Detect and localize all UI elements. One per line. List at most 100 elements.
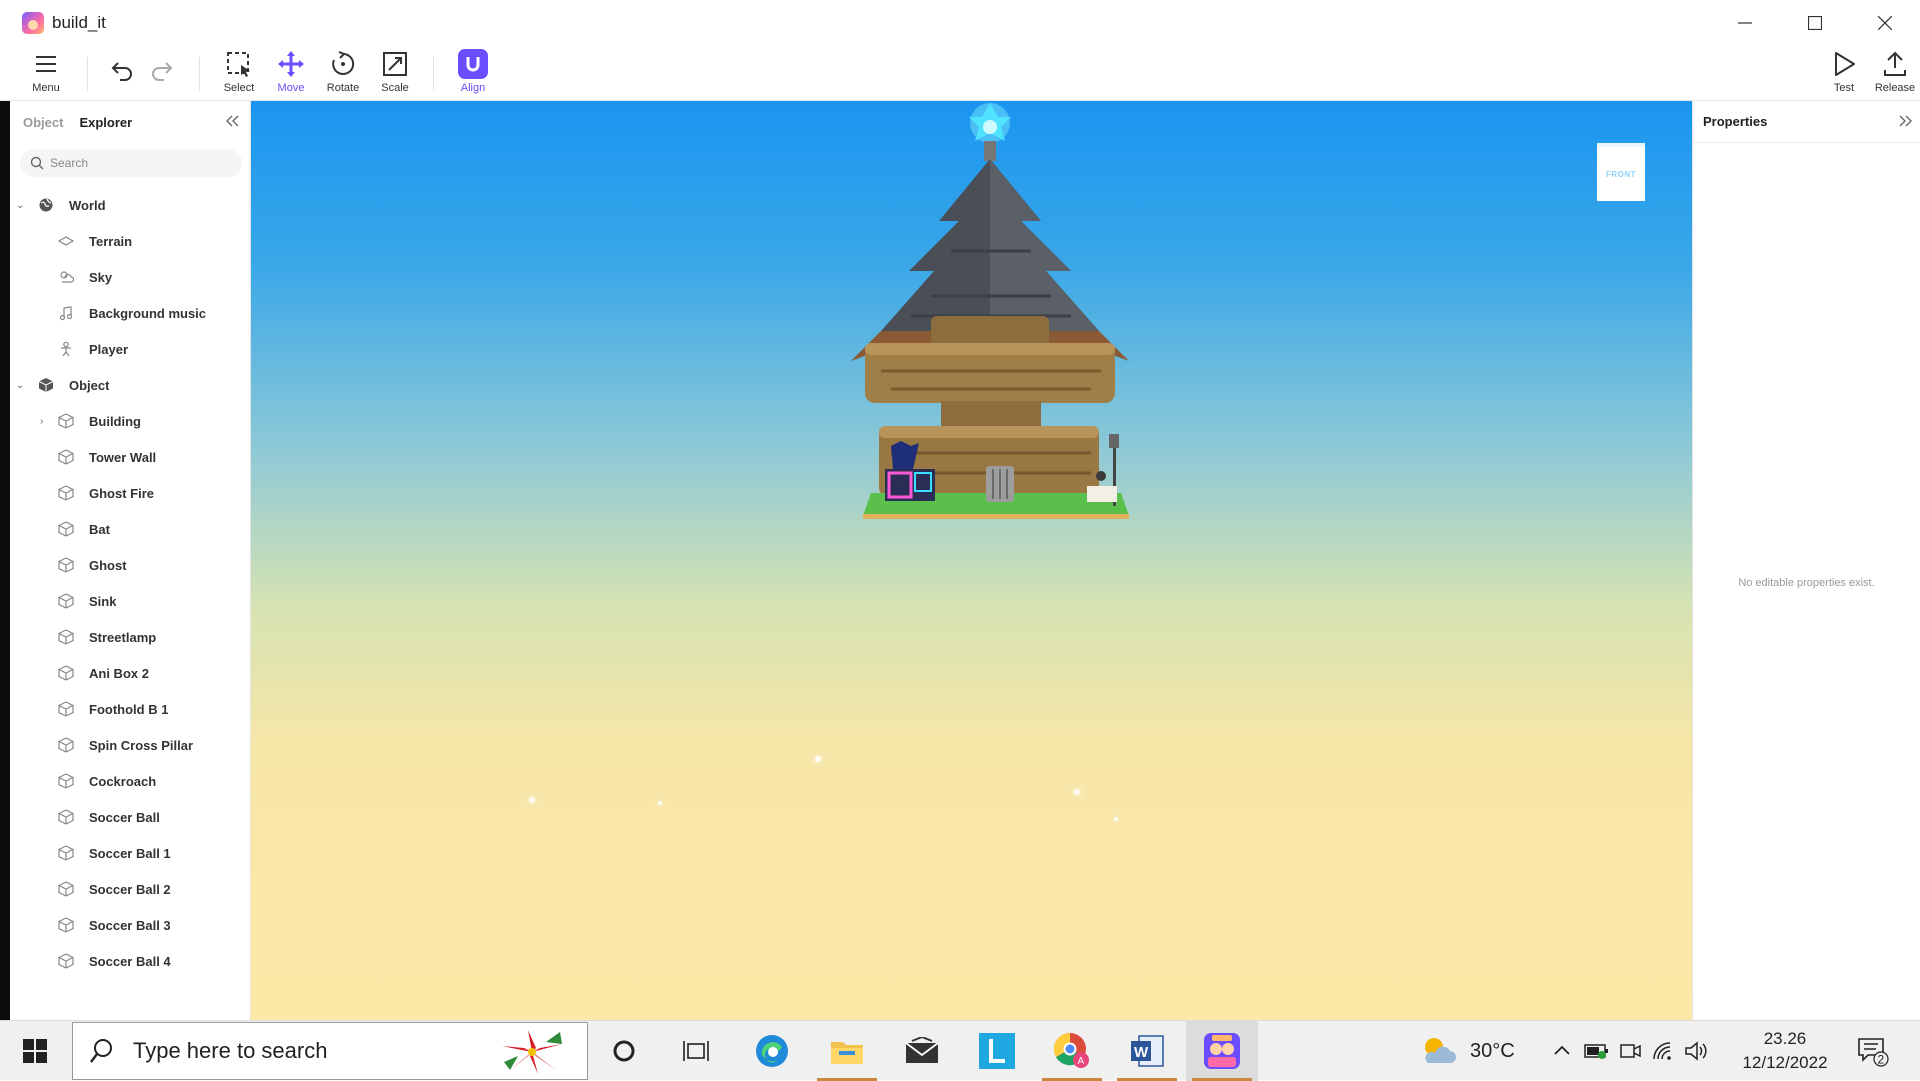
release-button[interactable]: Release — [1870, 49, 1920, 101]
tree-item-object[interactable]: Ani Box 2 — [10, 655, 250, 691]
tab-explorer[interactable]: Explorer — [79, 115, 132, 130]
collapse-panel-button[interactable] — [224, 113, 240, 134]
mail-app[interactable] — [886, 1021, 958, 1081]
cube-outline-icon — [57, 484, 75, 502]
edge-app[interactable] — [736, 1021, 808, 1081]
explorer-panel: Object Explorer Search ⌄ World Terrain S… — [10, 101, 251, 1020]
tree-item-label: Tower Wall — [89, 449, 157, 465]
tree-item-background-music[interactable]: Background music — [10, 295, 250, 331]
tree-item-label: Soccer Ball 2 — [89, 881, 171, 897]
l-app[interactable] — [961, 1021, 1033, 1081]
tree-item-object[interactable]: Foothold B 1 — [10, 691, 250, 727]
chrome-app[interactable]: A — [1036, 1021, 1108, 1081]
task-view-button[interactable] — [660, 1021, 732, 1081]
clock-date: 12/12/2022 — [1742, 1053, 1828, 1072]
windows-taskbar: Type here to search A W 30°C 23.26 12/12… — [0, 1020, 1920, 1081]
tree-item-label: Streetlamp — [89, 629, 157, 645]
volume-icon[interactable] — [1684, 1041, 1708, 1061]
svg-text:W: W — [1134, 1044, 1149, 1061]
edge-icon — [756, 1035, 788, 1067]
tree-item-object[interactable]: Soccer Ball — [10, 799, 250, 835]
globe-icon — [37, 196, 55, 214]
battery-icon[interactable] — [1584, 1041, 1610, 1061]
tree-item-object[interactable]: Soccer Ball 4 — [10, 943, 250, 979]
tree-item-terrain[interactable]: Terrain — [10, 223, 250, 259]
cortana-button[interactable] — [588, 1021, 660, 1081]
tree-item-object[interactable]: Soccer Ball 1 — [10, 835, 250, 871]
tree-item-object[interactable]: Ghost Fire — [10, 475, 250, 511]
cortana-icon — [613, 1040, 635, 1062]
tree-item-label: Terrain — [89, 233, 133, 249]
tree-item-object[interactable]: › Building — [10, 403, 250, 439]
tree-item-object[interactable]: Bat — [10, 511, 250, 547]
notification-center-button[interactable]: 2 — [1856, 1021, 1890, 1081]
tree-node-object[interactable]: ⌄ Object — [10, 367, 250, 403]
build-it-icon — [1204, 1033, 1240, 1069]
player-icon — [57, 340, 75, 358]
caret-down-icon: ⌄ — [16, 199, 25, 211]
file-explorer-app[interactable] — [811, 1021, 883, 1081]
maximize-button[interactable] — [1780, 0, 1850, 45]
windows-logo-icon — [23, 1039, 47, 1063]
start-button[interactable] — [0, 1021, 70, 1081]
tree-item-object[interactable]: Spin Cross Pillar — [10, 727, 250, 763]
tree-item-label: Soccer Ball — [89, 809, 160, 825]
tree-item-object[interactable]: Sink — [10, 583, 250, 619]
sparkle-particle — [529, 797, 535, 803]
chevron-up-icon[interactable] — [1552, 1041, 1572, 1061]
redo-button[interactable] — [138, 49, 186, 101]
properties-panel: Properties No editable properties exist. — [1692, 101, 1920, 1020]
tree-item-label: Cockroach — [89, 773, 157, 789]
test-label: Test — [1833, 82, 1855, 94]
toolbar-divider — [87, 57, 88, 91]
chrome-icon: A — [1053, 1032, 1089, 1068]
align-button[interactable]: Align — [448, 49, 498, 101]
magnet-icon — [466, 57, 480, 72]
system-tray — [1552, 1021, 1708, 1081]
upload-icon — [1884, 51, 1906, 76]
orientation-cube[interactable]: FRONT — [1597, 143, 1645, 201]
taskbar-search-box[interactable]: Type here to search — [72, 1022, 588, 1080]
properties-title: Properties — [1703, 114, 1768, 129]
caret-right-icon[interactable]: › — [40, 416, 43, 427]
mail-icon — [905, 1037, 939, 1063]
select-tool-button[interactable]: Select — [214, 49, 264, 101]
tree-item-label: Ghost — [89, 557, 127, 573]
tree-item-label: Sink — [89, 593, 117, 609]
build-it-app[interactable] — [1186, 1021, 1258, 1081]
tree-item-object[interactable]: Streetlamp — [10, 619, 250, 655]
scene-viewport[interactable]: FRONT — [251, 101, 1692, 1020]
cube-outline-icon — [57, 808, 75, 826]
tree-item-object[interactable]: Soccer Ball 3 — [10, 907, 250, 943]
move-tool-button[interactable]: Move — [266, 49, 316, 101]
tree-item-sky[interactable]: Sky — [10, 259, 250, 295]
tree-item-object[interactable]: Ghost — [10, 547, 250, 583]
word-app[interactable]: W — [1111, 1021, 1183, 1081]
wifi-icon[interactable] — [1652, 1041, 1674, 1061]
sparkle-particle — [658, 801, 662, 805]
cube-outline-icon — [57, 844, 75, 862]
tab-object[interactable]: Object — [23, 115, 63, 130]
tree-item-label: Player — [89, 341, 129, 357]
explorer-search-input[interactable]: Search — [20, 149, 242, 177]
weather-widget[interactable]: 30°C — [1420, 1021, 1515, 1081]
rotate-tool-button[interactable]: Rotate — [318, 49, 368, 101]
test-button[interactable]: Test — [1819, 49, 1869, 101]
tree-item-object[interactable]: Cockroach — [10, 763, 250, 799]
menu-button[interactable]: Menu — [21, 49, 71, 101]
tree-item-object[interactable]: Soccer Ball 2 — [10, 871, 250, 907]
tree-node-world[interactable]: ⌄ World — [10, 187, 250, 223]
close-button[interactable] — [1850, 0, 1920, 45]
camera-icon[interactable] — [1620, 1041, 1642, 1061]
tree-item-player[interactable]: Player — [10, 331, 250, 367]
tree-item-label: Soccer Ball 4 — [89, 953, 171, 969]
tree-item-label: Soccer Ball 1 — [89, 845, 171, 861]
taskbar-clock[interactable]: 23.26 12/12/2022 — [1730, 1027, 1840, 1075]
scale-tool-button[interactable]: Scale — [370, 49, 420, 101]
minimize-button[interactable] — [1710, 0, 1780, 45]
taskbar-search-placeholder: Type here to search — [133, 1038, 328, 1063]
minimize-icon — [1738, 21, 1752, 24]
tree-item-object[interactable]: Tower Wall — [10, 439, 250, 475]
expand-panel-button[interactable] — [1898, 113, 1914, 134]
move-arrows-icon — [278, 51, 304, 77]
